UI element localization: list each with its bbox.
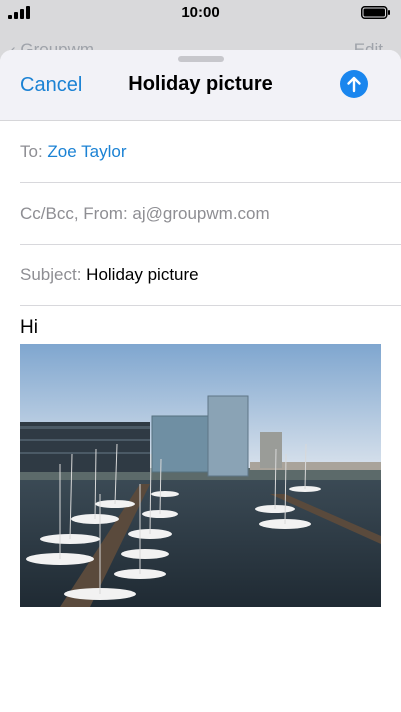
subject-value[interactable]: Holiday picture (86, 265, 198, 284)
subject-field[interactable]: Subject: Holiday picture (20, 244, 401, 306)
arrow-up-circle-icon (347, 76, 361, 93)
cc-bcc-from-label: Cc/Bcc, From: (20, 204, 128, 223)
status-time: 10:00 (181, 4, 220, 21)
to-label: To: (20, 142, 43, 161)
cc-bcc-from-field[interactable]: Cc/Bcc, From: aj@groupwm.com (20, 183, 401, 245)
from-address[interactable]: aj@groupwm.com (132, 204, 269, 223)
compose-header: Cancel Holiday picture (0, 50, 401, 121)
message-body[interactable]: Hi (20, 317, 38, 339)
battery-icon (361, 6, 390, 19)
compose-sheet: Cancel Holiday picture To: Zoe Taylor Cc… (0, 50, 401, 712)
subject-label: Subject: (20, 265, 82, 284)
sheet-grabber[interactable] (178, 56, 224, 62)
to-field[interactable]: To: Zoe Taylor (20, 121, 401, 183)
send-button[interactable] (340, 70, 368, 98)
attached-photo[interactable] (20, 344, 381, 607)
status-bar: 10:00 (0, 0, 401, 26)
recipient-token[interactable]: Zoe Taylor (47, 142, 126, 161)
